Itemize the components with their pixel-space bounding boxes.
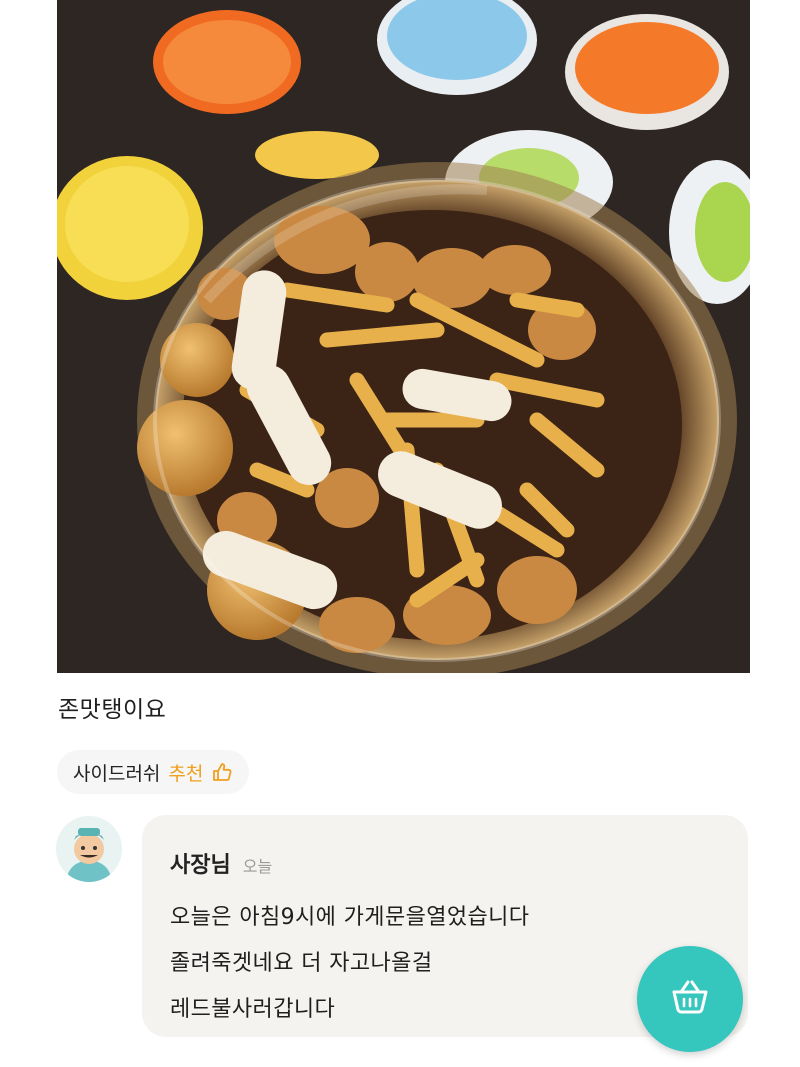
menu-recommend-chip[interactable]: 사이드러쉬 추천 bbox=[57, 750, 250, 794]
reply-line: 오늘은 아침9시에 가게문을열었습니다 bbox=[170, 905, 530, 930]
thumbs-up-icon bbox=[211, 761, 233, 783]
menu-name: 사이드러쉬 bbox=[73, 762, 161, 785]
shopping-basket-icon bbox=[668, 975, 712, 1023]
reply-author: 사장님 bbox=[170, 853, 231, 878]
sauce-cup bbox=[57, 156, 203, 300]
review-text: 존맛탱이요 bbox=[58, 697, 167, 723]
reply-time: 오늘 bbox=[242, 857, 273, 876]
owner-avatar bbox=[56, 816, 122, 882]
sauce-cup bbox=[153, 10, 301, 114]
review-photo[interactable] bbox=[57, 0, 750, 673]
recommend-label: 추천 bbox=[168, 762, 204, 785]
cart-button[interactable] bbox=[637, 946, 743, 1052]
sauce-cup bbox=[565, 14, 729, 130]
reply-line: 졸려죽겟네요 더 자고나올걸 bbox=[170, 951, 433, 976]
